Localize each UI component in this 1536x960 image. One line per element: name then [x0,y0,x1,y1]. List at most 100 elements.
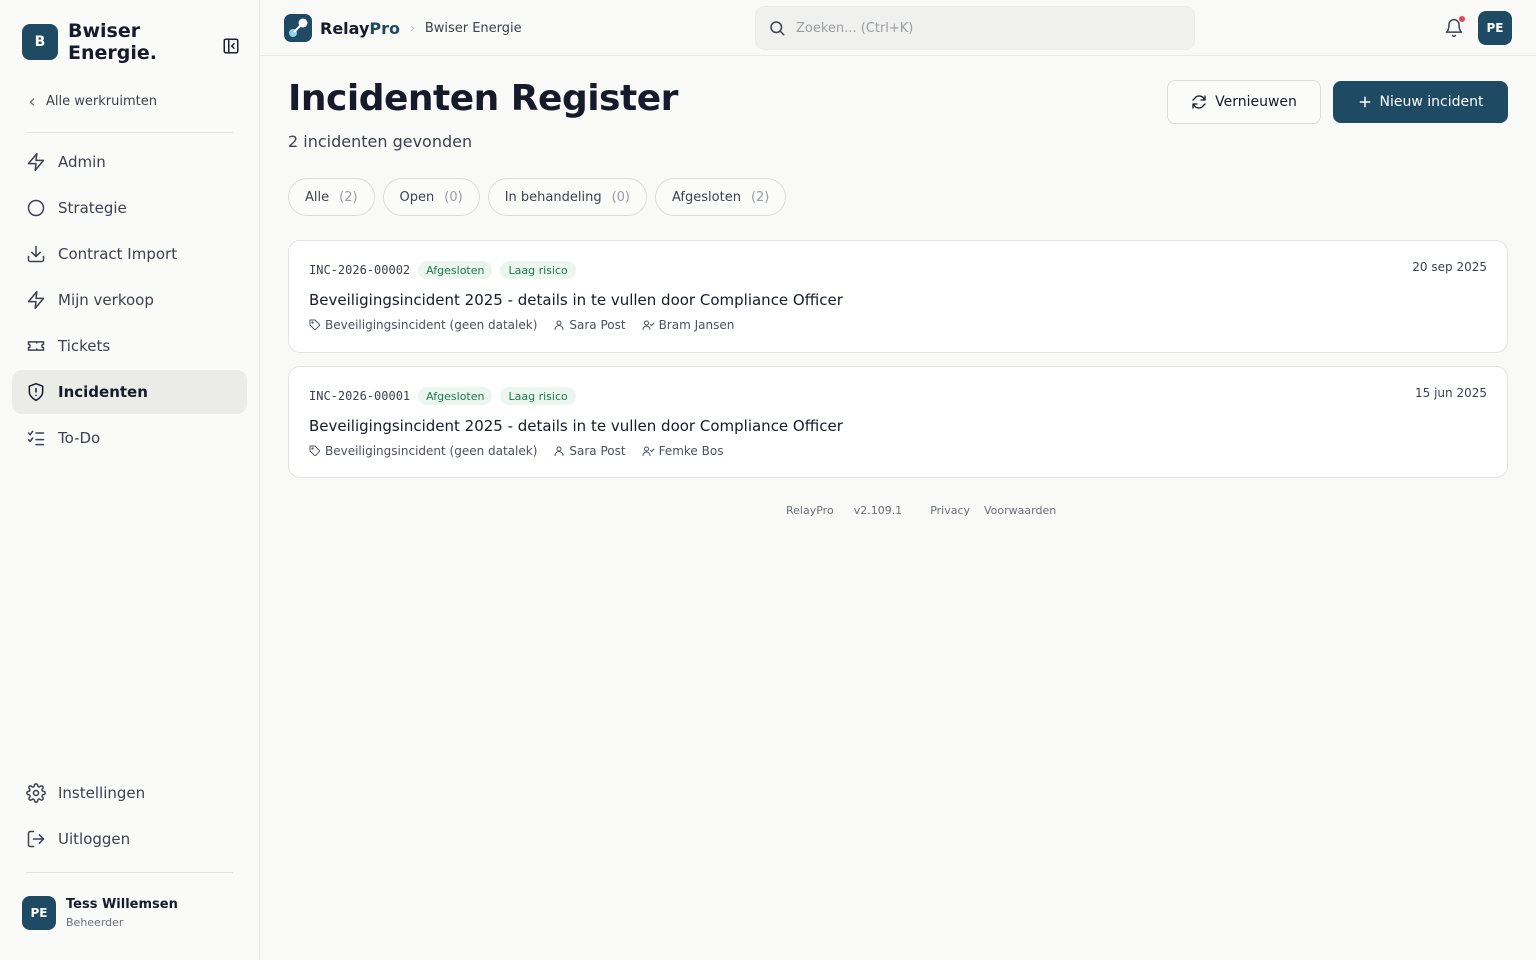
incident-title: Beveiligingsincident 2025 - details in t… [309,417,843,435]
footer-version: v2.109.1 [853,504,903,517]
sidebar-item-instellingen[interactable]: Instellingen [12,771,247,815]
search-icon [770,21,785,36]
shield-alert-icon [26,382,46,402]
incident-category: Beveiligingsincident (geen datalek) [325,318,538,332]
filter-open[interactable]: Open (0) [382,178,480,216]
back-to-workspaces-link[interactable]: Alle werkruimten [26,94,157,109]
log-out-icon [26,829,46,849]
user-check-icon [642,320,655,330]
panel-left-icon [223,38,239,54]
sidebar-nav: Admin Strategie Contract Import Mijn ver… [12,140,247,462]
user-check-icon [642,446,655,456]
user-profile[interactable]: PE Tess Willemsen Beheerder [22,896,178,930]
app-name: RelayPro [320,19,400,38]
incident-date: 20 sep 2025 [1412,260,1487,274]
terms-link[interactable]: Voorwaarden [984,504,1056,517]
risk-badge: Laag risico [500,387,576,405]
filter-label: Alle [305,189,330,205]
sidebar-divider [26,872,233,873]
sidebar-item-contract-import[interactable]: Contract Import [12,232,247,276]
privacy-link[interactable]: Privacy [930,504,970,517]
refresh-icon [1192,95,1206,109]
workspace-badge: B [22,24,58,60]
sidebar-item-label: Strategie [58,199,127,217]
user-icon [554,320,564,330]
breadcrumb[interactable]: Bwiser Energie [425,21,522,36]
user-role: Beheerder [66,916,124,929]
zap-icon [26,152,46,172]
new-incident-button[interactable]: Nieuw incident [1333,81,1508,123]
breadcrumb-separator-icon: › [410,21,415,35]
status-badge: Afgesloten [418,261,493,279]
risk-badge: Laag risico [500,261,576,279]
sidebar-item-tickets[interactable]: Tickets [12,324,247,368]
new-incident-label: Nieuw incident [1379,94,1484,110]
sidebar-item-to-do[interactable]: To-Do [12,416,247,460]
sidebar-bottom-nav: Instellingen Uitloggen [12,771,247,863]
incident-assignee: Femke Bos [658,444,724,458]
sidebar-item-incidenten[interactable]: Incidenten [12,370,247,414]
app-logo[interactable]: RelayPro › Bwiser Energie [284,14,522,42]
incident-card[interactable]: INC-2026-00001 Afgesloten Laag risico 15… [288,366,1508,478]
filter-count: (2) [339,189,358,205]
filter-afgesloten[interactable]: Afgesloten (2) [655,178,787,216]
back-link-label: Alle werkruimten [46,94,157,109]
incident-id: INC-2026-00002 [309,263,411,277]
sidebar-divider [26,132,233,133]
sidebar-item-label: Contract Import [58,245,178,263]
status-badge: Afgesloten [418,387,493,405]
filter-count: (0) [444,189,463,205]
notification-dot [1459,16,1465,22]
app-name-pro: Pro [369,18,400,38]
incident-reporter: Sara Post [569,318,626,332]
filter-label: In behandeling [504,189,602,205]
incident-date: 15 jun 2025 [1415,386,1487,400]
incident-category: Beveiligingsincident (geen datalek) [325,444,538,458]
sidebar-item-label: Mijn verkoop [58,291,154,309]
sidebar-item-strategie[interactable]: Strategie [12,186,247,230]
incident-id: INC-2026-00001 [309,389,411,403]
sidebar-item-label: Admin [58,153,106,171]
app-name-relay: Relay [320,18,370,38]
circle-icon [26,198,46,218]
plus-icon [1359,96,1370,108]
ticket-icon [26,336,46,356]
list-checks-icon [26,428,46,448]
sidebar-item-label: Incidenten [58,383,148,401]
relaypro-logo-icon [284,14,312,42]
sidebar-item-label: To-Do [58,429,101,447]
sidebar-item-mijn-verkoop[interactable]: Mijn verkoop [12,278,247,322]
incident-card[interactable]: INC-2026-00002 Afgesloten Laag risico 20… [288,240,1508,353]
footer-product: RelayPro v2.109.1 [786,504,916,517]
filter-count: (0) [611,189,630,205]
sidebar-item-admin[interactable]: Admin [12,140,247,184]
filter-in-behandeling[interactable]: In behandeling (0) [487,178,647,216]
filter-alle[interactable]: Alle (2) [288,178,375,216]
sidebar-item-label: Tickets [58,337,111,355]
incident-assignee: Bram Jansen [658,318,735,332]
footer-product-name: RelayPro [786,504,834,517]
user-name: Tess Willemsen [66,897,178,912]
avatar[interactable]: PE [1478,11,1512,45]
filter-count: (2) [750,189,770,205]
refresh-button[interactable]: Vernieuwen [1167,80,1321,124]
sidebar-item-uitloggen[interactable]: Uitloggen [12,817,247,861]
incident-reporter: Sara Post [569,444,626,458]
global-search[interactable] [755,6,1195,50]
gear-icon [26,783,46,803]
results-count: 2 incidenten gevonden [288,132,473,151]
workspace-name: Bwiser Energie. [68,20,157,64]
tag-icon [309,319,321,331]
refresh-label: Vernieuwen [1215,94,1297,110]
topbar: RelayPro › Bwiser Energie PE [260,0,1536,56]
tag-icon [309,445,321,457]
user-icon [554,446,564,456]
zap-icon [26,290,46,310]
filter-label: Open [399,189,435,205]
sidebar-item-label: Uitloggen [58,830,131,848]
sidebar-collapse-button[interactable] [221,36,241,56]
notifications-button[interactable] [1444,16,1465,38]
search-input[interactable] [796,20,1176,36]
workspace-brand[interactable]: B Bwiser Energie. [22,20,178,64]
sidebar: B Bwiser Energie. Alle werkruimten Admin… [0,0,260,960]
